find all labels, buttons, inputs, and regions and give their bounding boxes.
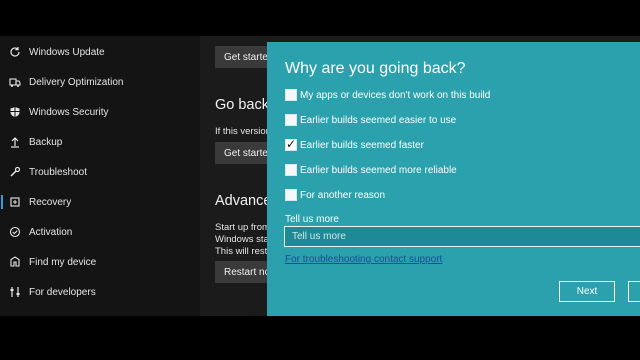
sidebar-item-windows-security[interactable]: Windows Security: [0, 98, 200, 126]
sidebar-item-label: Activation: [29, 226, 73, 238]
shield-icon: [8, 105, 22, 119]
checkbox-label: My apps or devices don't work on this bu…: [300, 89, 491, 101]
sidebar-item-label: Windows Security: [29, 106, 109, 118]
sidebar-item-label: For developers: [29, 286, 96, 298]
recovery-icon: [8, 195, 22, 209]
checkbox[interactable]: [285, 164, 297, 176]
sidebar-item-label: Recovery: [29, 196, 72, 208]
sidebar-item-label: Windows Update: [29, 46, 105, 58]
contact-support-link[interactable]: For troubleshooting contact support: [285, 254, 442, 265]
sync-icon: [8, 45, 22, 59]
checkbox-label: Earlier builds seemed more reliable: [300, 164, 457, 176]
advanced-description-line: Windows star: [215, 234, 273, 245]
find-device-icon: [8, 255, 22, 269]
sidebar-item-label: Delivery Optimization: [29, 76, 124, 88]
sidebar-item-windows-update[interactable]: Windows Update: [0, 38, 200, 66]
advanced-description-line: This will resta: [215, 246, 273, 257]
reason-checkbox-another[interactable]: For another reason: [285, 187, 385, 203]
sidebar-item-label: Find my device: [29, 256, 97, 268]
reason-checkbox-reliable[interactable]: Earlier builds seemed more reliable: [285, 162, 457, 178]
checkbox-checked[interactable]: ✓: [285, 137, 297, 151]
reason-checkbox-apps-devices[interactable]: My apps or devices don't work on this bu…: [285, 87, 490, 103]
advanced-description-line: Start up from: [215, 222, 270, 233]
reason-checkbox-faster[interactable]: ✓ Earlier builds seemed faster: [285, 137, 424, 153]
settings-sidebar: Windows Update Delivery Optimization Win…: [0, 36, 200, 316]
backup-arrow-icon: [8, 135, 22, 149]
checkbox[interactable]: [285, 89, 297, 101]
sidebar-item-for-developers[interactable]: For developers: [0, 278, 200, 306]
checkbox-label: Earlier builds seemed easier to use: [300, 114, 457, 126]
sidebar-item-backup[interactable]: Backup: [0, 128, 200, 156]
reason-checkbox-easier[interactable]: Earlier builds seemed easier to use: [285, 112, 456, 128]
checkbox[interactable]: [285, 189, 297, 201]
sidebar-item-troubleshoot[interactable]: Troubleshoot: [0, 158, 200, 186]
go-back-dialog: Why are you going back? My apps or devic…: [267, 42, 640, 316]
active-indicator: [1, 195, 3, 209]
go-back-description: If this version: [215, 126, 271, 137]
sidebar-item-activation[interactable]: Activation: [0, 218, 200, 246]
developer-tools-icon: [8, 285, 22, 299]
sidebar-item-recovery[interactable]: Recovery: [0, 188, 200, 216]
cancel-button[interactable]: [628, 281, 640, 302]
checkbox-label: Earlier builds seemed faster: [300, 139, 424, 151]
checkmark-icon: ✓: [286, 137, 297, 151]
wrench-icon: [8, 165, 22, 179]
sidebar-item-label: Backup: [29, 136, 63, 148]
checkbox[interactable]: [285, 114, 297, 126]
delivery-optimization-icon: [8, 75, 22, 89]
check-circle-icon: [8, 225, 22, 239]
sidebar-item-label: Troubleshoot: [29, 166, 87, 178]
tell-us-more-label: Tell us more: [285, 214, 339, 225]
tell-us-more-input[interactable]: [284, 226, 640, 247]
sidebar-item-delivery-optimization[interactable]: Delivery Optimization: [0, 68, 200, 96]
next-button[interactable]: Next: [559, 281, 615, 302]
sidebar-item-find-my-device[interactable]: Find my device: [0, 248, 200, 276]
checkbox-label: For another reason: [300, 189, 386, 201]
dialog-title: Why are you going back?: [285, 60, 466, 77]
